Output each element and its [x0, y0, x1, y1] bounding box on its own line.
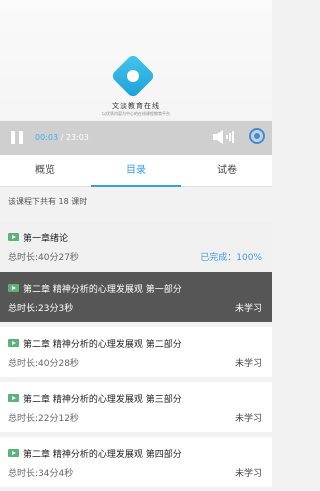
lesson-duration: 总时长:34分4秒: [8, 469, 74, 479]
tab-exam[interactable]: 试卷: [182, 155, 272, 186]
lesson-status: 未学习: [234, 304, 262, 314]
tab-bar: 概览 目录 试卷: [0, 155, 272, 187]
lesson-duration: 总时长:40分28秒: [8, 359, 79, 369]
tab-overview[interactable]: 概览: [0, 155, 90, 186]
brand-name: 文淡教育在线: [112, 102, 160, 110]
video-icon: [8, 394, 19, 402]
video-player[interactable]: 文淡教育在线 以优质内容为中心的在线课程教育平台 00:03 / 23:03: [0, 0, 272, 155]
lesson-item[interactable]: 第一章绪论 总时长:40分27秒 已完成：100%: [0, 221, 272, 271]
video-icon: [8, 339, 19, 347]
lesson-title: 第二章 精神分析的心理发展观 第四部分: [23, 450, 182, 460]
lesson-status: 未学习: [234, 359, 262, 369]
video-icon: [8, 233, 19, 241]
lesson-item[interactable]: 第二章 精神分析的心理发展观 第三部分 总时长:22分12秒 未学习: [0, 382, 272, 432]
fullscreen-icon[interactable]: [249, 128, 265, 144]
lesson-status: 未学习: [234, 469, 262, 479]
time-separator: /: [58, 133, 66, 142]
brand-logo-icon: [110, 53, 156, 99]
video-icon: [8, 284, 19, 292]
lesson-status: 未学习: [234, 414, 262, 424]
lesson-title: 第一章绪论: [23, 234, 69, 244]
pause-icon[interactable]: [11, 131, 23, 144]
lesson-item[interactable]: 第二章 精神分析的心理发展观 第四部分 总时长:34分4秒 未学习: [0, 437, 272, 487]
video-icon: [8, 449, 19, 457]
time-current: 00:03: [35, 133, 59, 142]
lesson-duration: 总时长:23分3秒: [8, 304, 74, 314]
brand-subtitle: 以优质内容为中心的在线课程教育平台: [102, 111, 170, 116]
lesson-title: 第二章 精神分析的心理发展观 第三部分: [23, 395, 182, 405]
lesson-title: 第二章 精神分析的心理发展观 第二部分: [23, 340, 182, 350]
time-total: 23:03: [65, 133, 89, 142]
lesson-item[interactable]: 第二章 精神分析的心理发展观 第二部分 总时长:40分28秒 未学习: [0, 327, 272, 377]
lesson-duration: 总时长:22分12秒: [8, 414, 79, 424]
tab-catalog[interactable]: 目录: [91, 155, 181, 187]
lesson-count: 该课程下共有 18 课时: [8, 197, 88, 206]
lesson-title: 第二章 精神分析的心理发展观 第一部分: [23, 285, 182, 295]
volume-icon[interactable]: [213, 129, 235, 145]
playback-time: 00:03 / 23:03: [35, 133, 89, 142]
lesson-status: 已完成：100%: [200, 253, 262, 263]
lesson-item-current[interactable]: 第二章 精神分析的心理发展观 第一部分 总时长:23分3秒 未学习: [0, 272, 272, 322]
player-controls: 00:03 / 23:03: [0, 121, 272, 155]
lesson-duration: 总时长:40分27秒: [8, 253, 79, 263]
